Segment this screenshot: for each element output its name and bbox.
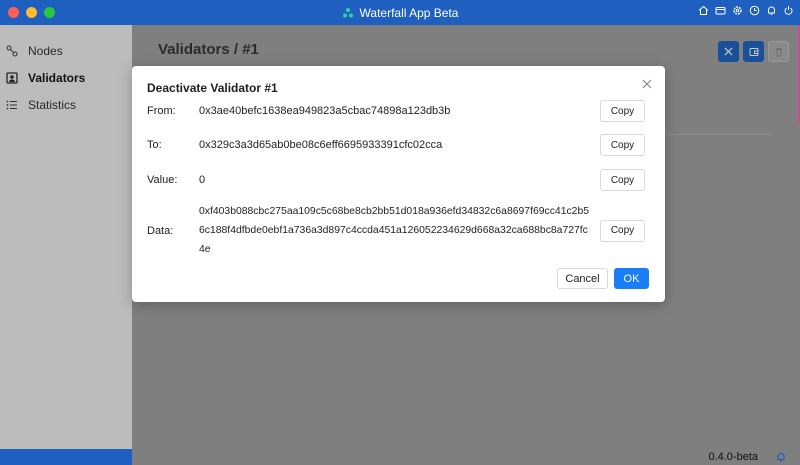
page-title-id: #1 bbox=[242, 41, 259, 58]
to-label: To: bbox=[147, 139, 162, 151]
title-bar: Waterfall App Beta bbox=[0, 0, 800, 25]
sidebar-item-label: Validators bbox=[28, 70, 86, 85]
sidebar-item-statistics[interactable]: Statistics bbox=[0, 91, 132, 118]
wallet-icon[interactable] bbox=[715, 5, 726, 16]
settings-icon[interactable] bbox=[732, 5, 743, 16]
validators-icon bbox=[6, 71, 18, 84]
notification-bell-icon[interactable] bbox=[766, 5, 777, 16]
sidebar-item-label: Nodes bbox=[28, 43, 63, 58]
close-icon[interactable] bbox=[641, 78, 653, 90]
waterfall-logo-icon bbox=[342, 7, 353, 17]
copy-value-button[interactable]: Copy bbox=[600, 169, 645, 191]
sidebar-item-nodes[interactable]: Nodes bbox=[0, 37, 132, 64]
from-row: From: 0x3ae40befc1638ea949823a5cbac74898… bbox=[147, 100, 645, 122]
title-bar-icons bbox=[698, 5, 794, 16]
copy-to-button[interactable]: Copy bbox=[600, 134, 645, 156]
page-title-separator: / bbox=[233, 41, 239, 58]
copy-from-button[interactable]: Copy bbox=[600, 100, 645, 122]
status-bar-accent bbox=[0, 449, 132, 465]
close-window-button[interactable] bbox=[8, 7, 19, 18]
list-icon bbox=[6, 100, 17, 109]
window-controls bbox=[8, 7, 55, 18]
data-row: Data: 0xf403b088cbc275aa109c5c68be8cb2bb… bbox=[147, 202, 645, 259]
power-icon[interactable] bbox=[783, 5, 794, 16]
deactivate-validator-dialog: Deactivate Validator #1 From: 0x3ae40bef… bbox=[132, 66, 665, 302]
dialog-title: Deactivate Validator #1 bbox=[147, 81, 278, 95]
close-icon bbox=[724, 47, 733, 56]
value-row: Value: 0 Copy bbox=[147, 169, 645, 191]
ok-button[interactable]: OK bbox=[614, 268, 649, 289]
to-row: To: 0x329c3a3d65ab0be08c6eff6695933391cf… bbox=[147, 134, 645, 156]
deactivate-button[interactable] bbox=[718, 41, 739, 62]
page-title: Validators / #1 bbox=[158, 41, 259, 58]
trash-icon bbox=[775, 47, 782, 56]
value-label: Value: bbox=[147, 174, 178, 186]
from-label: From: bbox=[147, 105, 176, 117]
cancel-button[interactable]: Cancel bbox=[557, 268, 608, 289]
sidebar-item-validators[interactable]: Validators bbox=[0, 64, 132, 91]
delete-button[interactable] bbox=[768, 41, 789, 62]
to-value: 0x329c3a3d65ab0be08c6eff6695933391cfc02c… bbox=[199, 138, 443, 151]
app-title: Waterfall App Beta bbox=[0, 0, 800, 25]
page-actions bbox=[718, 41, 789, 62]
status-bar: 0.4.0-beta bbox=[0, 449, 800, 465]
from-value: 0x3ae40befc1638ea949823a5cbac74898a123db… bbox=[199, 104, 451, 117]
clock-icon[interactable] bbox=[749, 5, 760, 16]
dialog-actions: Cancel OK bbox=[557, 268, 649, 289]
nodes-icon bbox=[6, 45, 18, 56]
maximize-window-button[interactable] bbox=[44, 7, 55, 18]
notification-bell-icon[interactable] bbox=[776, 452, 786, 462]
value-value: 0 bbox=[199, 173, 206, 186]
data-label: Data: bbox=[147, 224, 174, 237]
page-title-section: Validators bbox=[158, 41, 230, 58]
data-value: 0xf403b088cbc275aa109c5c68be8cb2bb51d018… bbox=[199, 206, 590, 255]
copy-data-button[interactable]: Copy bbox=[600, 219, 645, 242]
app-version: 0.4.0-beta bbox=[708, 451, 758, 463]
minimize-window-button[interactable] bbox=[26, 7, 37, 18]
app-title-text: Waterfall App Beta bbox=[359, 5, 459, 20]
sidebar: Nodes Validators Statistics bbox=[0, 25, 132, 449]
home-icon[interactable] bbox=[698, 5, 709, 16]
withdraw-button[interactable] bbox=[743, 41, 764, 62]
sidebar-item-label: Statistics bbox=[28, 97, 77, 112]
wallet-icon bbox=[749, 47, 758, 56]
